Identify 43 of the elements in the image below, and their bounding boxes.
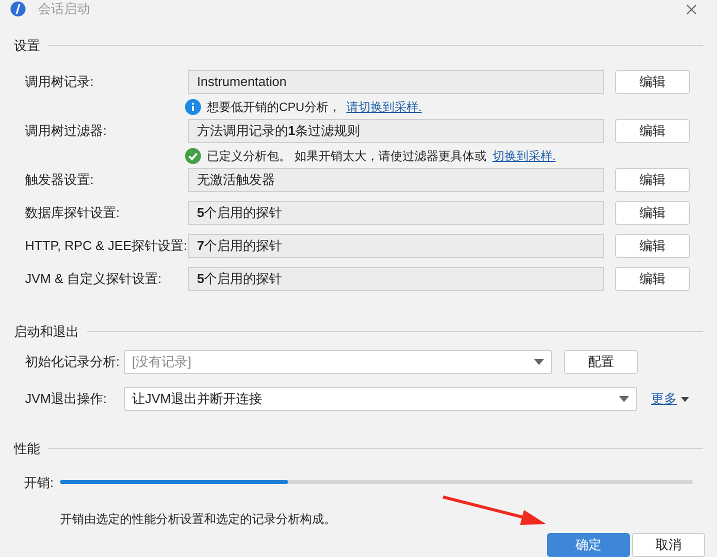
configure-button[interactable]: 配置	[564, 350, 638, 374]
hint-text: 已定义分析包。 如果开销太大，请使过滤器更具体或	[207, 148, 486, 164]
recording-dropdown[interactable]: [没有记录]	[124, 350, 552, 374]
section-title: 启动和退出	[14, 322, 79, 340]
edit-button[interactable]: 编辑	[615, 70, 690, 94]
edit-button[interactable]: 编辑	[615, 267, 690, 291]
dropdown-caret-icon	[619, 396, 629, 402]
switch-link[interactable]: 请切换到采样.	[346, 98, 422, 116]
info-icon	[185, 98, 201, 114]
check-icon	[185, 148, 201, 164]
field-label: 初始化记录分析:	[24, 353, 121, 372]
read-only-field: 5个启用的探针	[188, 201, 604, 225]
field-label: JVM & 自定义探针设置:	[24, 270, 163, 288]
field-label: 触发器设置:	[24, 171, 95, 190]
overhead-label: 开销:	[23, 474, 55, 492]
edit-button[interactable]: 编辑	[615, 234, 690, 258]
section-title: 性能	[14, 440, 40, 458]
more-caret-icon	[681, 396, 689, 402]
edit-button[interactable]: 编辑	[615, 168, 690, 192]
field-label: JVM退出操作:	[24, 390, 108, 408]
read-only-field: 无激活触发器	[188, 168, 604, 192]
cancel-button[interactable]: 取消	[632, 533, 705, 557]
dropdown-caret-icon	[534, 359, 544, 365]
overhead-note: 开销由选定的性能分析设置和选定的记录分析构成。	[59, 511, 337, 528]
read-only-field: Instrumentation	[188, 70, 604, 94]
read-only-field: 方法调用记录的1条过滤规则	[188, 119, 604, 143]
hint-text: 想要低开销的CPU分析，	[207, 98, 340, 116]
more-link[interactable]: 更多	[651, 389, 677, 409]
ok-button[interactable]: 确定	[547, 533, 630, 557]
field-label: 调用树过滤器:	[24, 122, 108, 140]
close-icon[interactable]	[686, 4, 697, 14]
exit-action-dropdown[interactable]: 让JVM退出并断开连接	[124, 387, 637, 411]
switch-link[interactable]: 切换到采样.	[492, 146, 556, 164]
edit-button[interactable]: 编辑	[615, 201, 690, 225]
field-label: 数据库探针设置:	[24, 204, 121, 222]
edit-button[interactable]: 编辑	[615, 119, 690, 143]
read-only-field: 5个启用的探针	[188, 267, 604, 291]
window-title: 会话启动	[38, 0, 90, 18]
field-label: HTTP, RPC & JEE探针设置:	[24, 237, 188, 256]
field-label: 调用树记录:	[24, 73, 95, 92]
app-logo-icon	[10, 1, 26, 17]
section-title: 设置	[14, 37, 40, 55]
read-only-field: 7个启用的探针	[188, 234, 604, 258]
